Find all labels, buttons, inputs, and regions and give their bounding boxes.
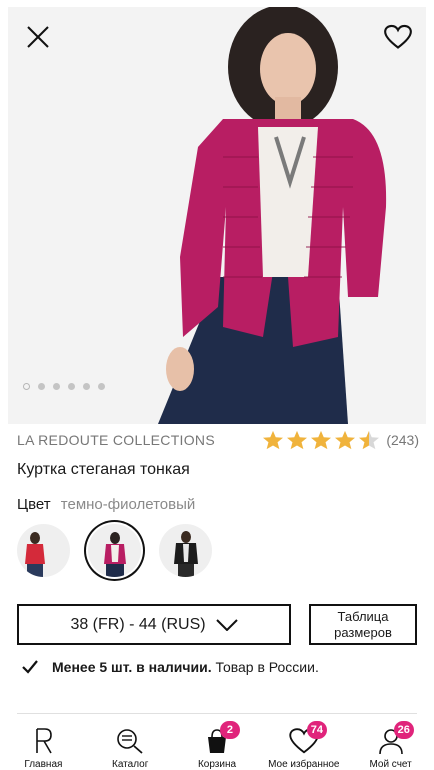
divider [17,713,417,714]
star-icon [311,430,332,450]
account-badge: 26 [393,721,414,739]
star-icon [287,430,308,450]
close-button[interactable] [23,22,53,52]
color-value: темно-фиолетовый [60,496,196,513]
stock-availability: Менее 5 шт. в наличии. [52,659,212,675]
tab-favorites[interactable]: 74 Мое избранное [264,719,344,770]
pagination-dot[interactable] [23,383,30,390]
tab-label: Главная [24,759,63,770]
size-table-button[interactable]: Таблица размеров [309,604,417,645]
pagination-dot[interactable] [53,383,60,390]
shopping-bag-icon: 2 [202,721,240,755]
pagination-dot[interactable] [83,383,90,390]
brand-name[interactable]: LA REDOUTE COLLECTIONS [17,432,215,448]
tab-account[interactable]: 26 Мой счет [351,719,431,770]
image-pagination[interactable] [23,383,105,390]
rating[interactable]: (243) [262,430,419,450]
swatch-red[interactable] [17,524,70,577]
brand-rating-row: LA REDOUTE COLLECTIONS (243) [17,430,419,450]
tab-cart[interactable]: 2 Корзина [177,719,257,770]
close-icon [27,26,49,48]
size-dropdown[interactable]: 38 (FR) - 44 (RUS) [17,604,291,645]
size-value: 38 (FR) - 44 (RUS) [70,615,206,633]
heart-icon: 74 [289,721,328,755]
swatch-black[interactable] [159,524,212,577]
swatch-red-thumbnail [25,532,45,577]
product-image[interactable] [8,7,426,424]
chevron-down-icon [215,618,238,631]
stock-status: Менее 5 шт. в наличии. Товар в России. [22,659,319,675]
pagination-dot[interactable] [98,383,105,390]
half-star-icon [359,430,380,450]
logo-r-icon [28,727,58,755]
favorite-button[interactable] [384,24,412,50]
catalog-search-icon [115,727,145,755]
tab-catalog[interactable]: Каталог [90,719,170,770]
color-swatches [17,524,212,577]
tab-label: Мое избранное [268,759,340,770]
star-icon [263,430,284,450]
heart-icon [384,24,412,49]
tab-label: Корзина [197,759,237,770]
favorites-badge: 74 [306,721,328,739]
bottom-tab-bar: Главная Каталог 2 Корзина 74 Мое избранн… [0,719,434,770]
tab-label: Каталог [112,759,149,770]
stock-location: Товар в России. [215,659,319,675]
checkmark-icon [22,660,38,674]
swatch-dark-violet[interactable] [88,524,141,577]
swatch-violet-thumbnail [104,532,126,577]
user-icon: 26 [376,721,414,755]
product-title: Куртка стеганая тонкая [17,461,190,478]
tab-home[interactable]: Главная [3,719,83,770]
star-icon [335,430,356,450]
color-label: Цвет [17,496,51,513]
product-photo [158,7,387,424]
pagination-dot[interactable] [68,383,75,390]
review-count[interactable]: (243) [386,432,419,448]
color-row: Цвет темно-фиолетовый [17,496,195,513]
tab-label: Мой счет [369,759,412,770]
size-table-label: Таблица размеров [334,608,392,640]
cart-badge: 2 [219,721,240,739]
pagination-dot[interactable] [38,383,45,390]
swatch-black-thumbnail [174,531,198,577]
